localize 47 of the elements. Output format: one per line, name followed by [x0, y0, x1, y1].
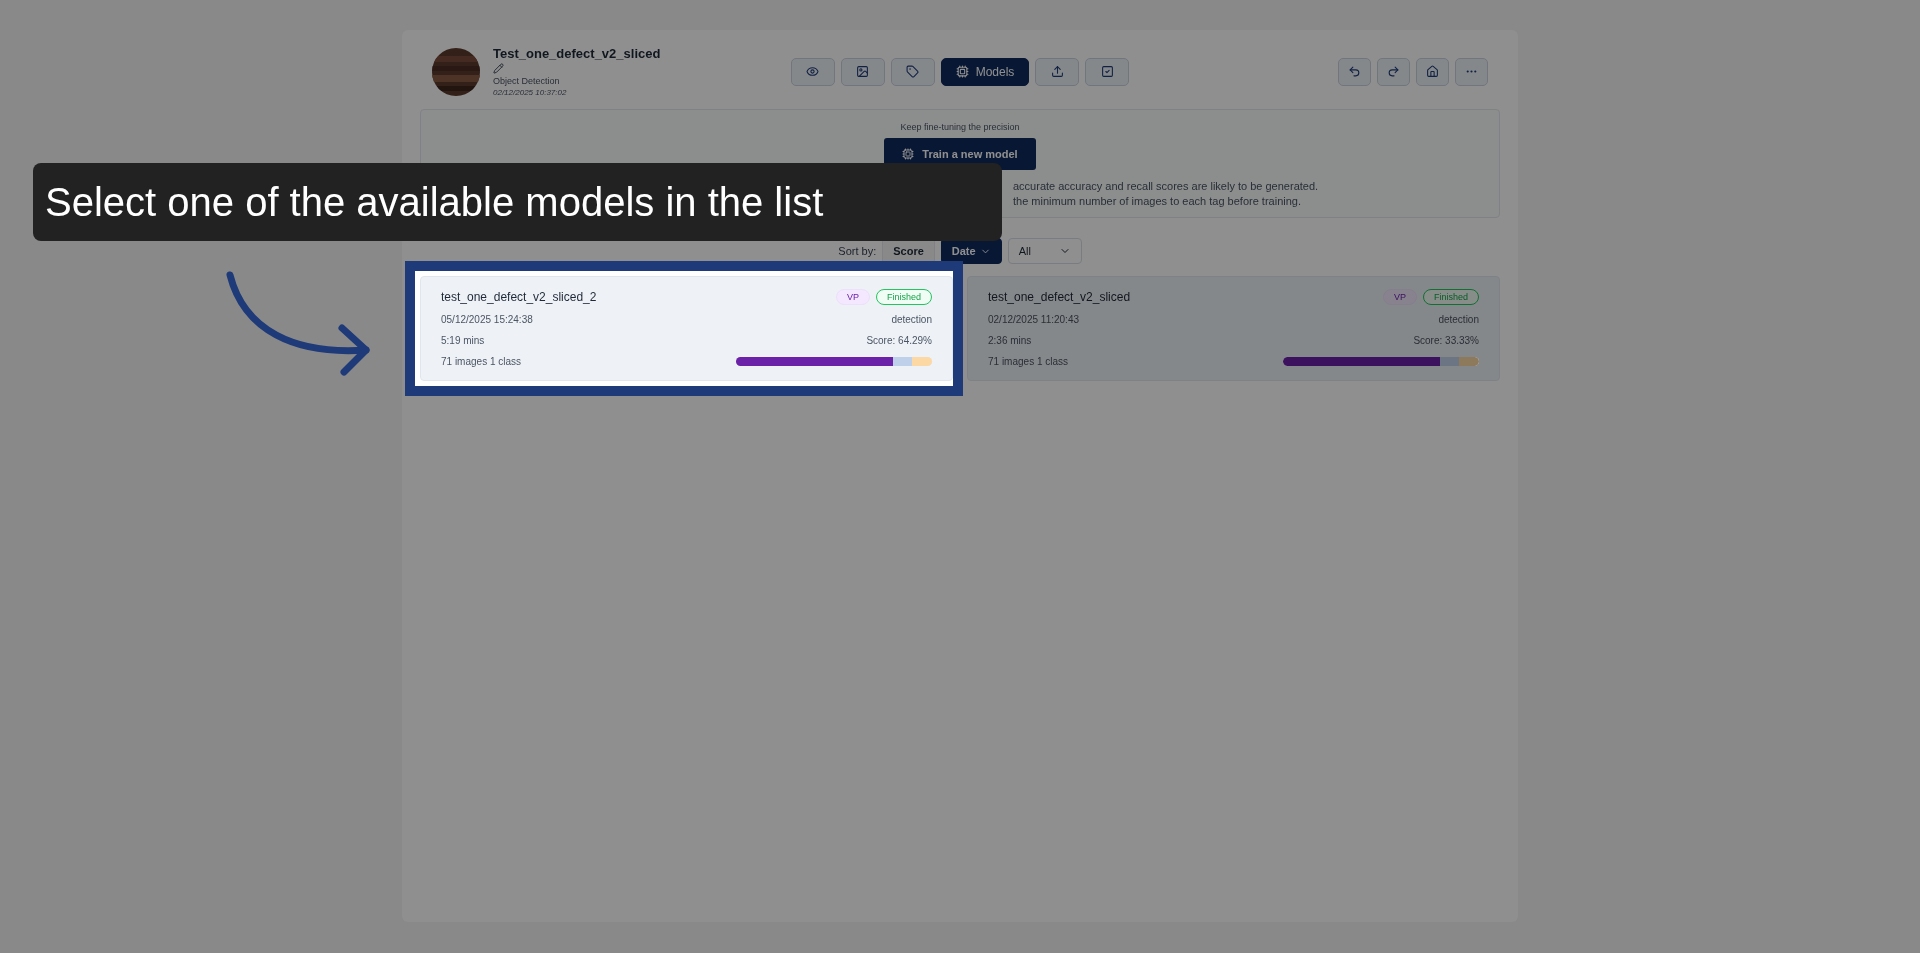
model-date: 02/12/2025 11:20:43 — [988, 313, 1079, 325]
model-task: detection — [891, 313, 932, 325]
undo-button[interactable] — [1338, 57, 1371, 86]
status-badge: Finished — [1422, 289, 1479, 305]
edit-icon[interactable] — [493, 63, 504, 74]
tutorial-tooltip: Select one of the available models in the list — [33, 163, 1002, 241]
eye-icon — [806, 65, 820, 78]
model-name: test_one_defect_v2_sliced_2 — [441, 290, 597, 304]
model-name: test_one_defect_v2_sliced — [988, 290, 1131, 304]
toolbar-tab[interactable] — [890, 57, 935, 86]
chip-icon — [955, 65, 969, 78]
model-date: 05/12/2025 15:24:38 — [441, 313, 533, 325]
toolbar-tab[interactable] — [790, 57, 835, 86]
redo-icon — [1387, 65, 1400, 78]
toolbar-tab[interactable] — [1085, 57, 1130, 86]
model-card[interactable]: test_one_defect_v2_sliced_2 VP Finished 05/12/2025 15:24:38 detection 5:19 mins Score: 64.29% 71 images 1 class — [420, 276, 953, 381]
undo-icon — [1348, 65, 1361, 78]
toolbar-tab[interactable]: Models — [940, 57, 1030, 86]
sort-label: Sort by: — [838, 245, 877, 257]
project-date: 02/12/2025 10:37:02 — [493, 88, 568, 97]
training-hint: Keep fine-tuning the precision — [900, 122, 1020, 132]
chip-icon — [902, 148, 915, 160]
filter-dropdown[interactable]: All — [1007, 238, 1082, 264]
image-icon — [856, 65, 870, 78]
status-badge: Finished — [875, 289, 932, 305]
training-note: accurate accuracy and recall scores are likely to be generated. — [1013, 180, 1319, 192]
toolbar-tab[interactable] — [1035, 57, 1080, 86]
project-title: Test_one_defect_v2_sliced — [493, 46, 661, 61]
model-summary: 71 images 1 class — [441, 355, 522, 367]
model-duration: 5:19 mins — [441, 334, 485, 346]
model-badge: VP — [835, 289, 870, 305]
model-card[interactable]: test_one_defect_v2_sliced VP Finished 02/12/2025 11:20:43 detection 2:36 mins Score: 33.33% 71 images 1 class — [967, 276, 1500, 381]
model-duration: 2:36 mins — [988, 334, 1032, 346]
checkbox-icon — [1100, 65, 1114, 78]
redo-button[interactable] — [1377, 57, 1410, 86]
tag-icon — [906, 65, 920, 78]
home-icon — [1426, 65, 1439, 78]
home-button[interactable] — [1416, 57, 1449, 86]
model-score: Score: 33.33% — [1413, 334, 1479, 346]
model-summary: 71 images 1 class — [988, 355, 1069, 367]
model-score: Score: 64.29% — [866, 334, 932, 346]
training-note: the minimum number of images to each tag before training. — [1013, 195, 1301, 207]
toolbar-tab[interactable] — [840, 57, 885, 86]
model-task: detection — [1438, 313, 1479, 325]
upload-icon — [1050, 65, 1064, 78]
model-badge: VP — [1382, 289, 1417, 305]
project-type: Object Detection — [493, 76, 561, 86]
